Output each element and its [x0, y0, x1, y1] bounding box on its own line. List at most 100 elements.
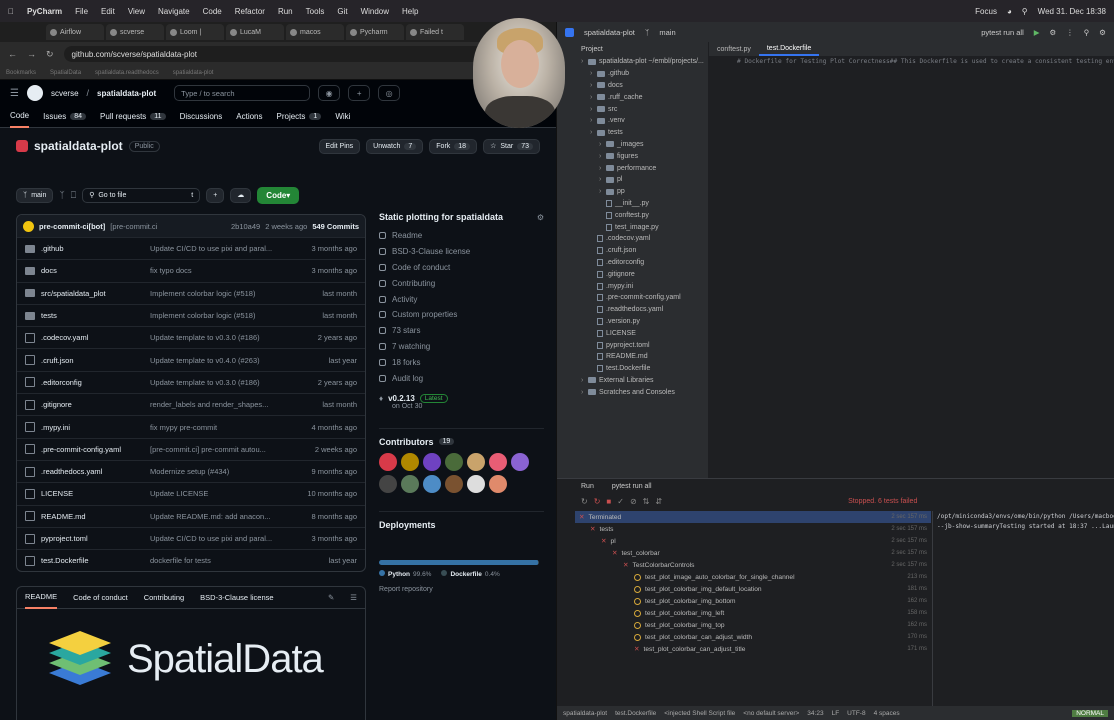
editor-tab-dockerfile[interactable]: test.Dockerfile: [758, 42, 820, 56]
about-item[interactable]: 73 stars: [379, 323, 544, 339]
tree-item[interactable]: › src: [557, 103, 708, 115]
test-node[interactable]: ✕ pl 2 sec 157 ms: [575, 535, 931, 547]
tree-item[interactable]: pyproject.toml: [557, 339, 708, 351]
release-tag[interactable]: v0.2.13: [388, 394, 415, 403]
file-row[interactable]: .readthedocs.yaml Modernize setup (#434) 9…: [17, 459, 365, 482]
avatar[interactable]: [489, 452, 507, 471]
show-ignored-icon[interactable]: ⊘: [630, 497, 637, 506]
avatar[interactable]: [467, 452, 485, 471]
tree-item[interactable]: conftest.py: [557, 209, 708, 221]
bookmark-item[interactable]: SpatialData: [50, 70, 81, 76]
menu-run[interactable]: Run: [278, 7, 293, 16]
menu-app-name[interactable]: PyCharm: [27, 7, 62, 16]
tree-item[interactable]: test_image.py: [557, 221, 708, 233]
file-name[interactable]: .codecov.yaml: [41, 333, 88, 342]
rerun-failed-icon[interactable]: ↻: [594, 497, 601, 506]
tree-item[interactable]: › _images: [557, 139, 708, 151]
file-name[interactable]: .pre-commit-config.yaml: [41, 445, 121, 454]
file-name[interactable]: tests: [41, 311, 57, 320]
tree-item[interactable]: › External Libraries: [557, 375, 708, 387]
browser-tab[interactable]: macos: [286, 24, 344, 40]
file-commit-message[interactable]: Update LICENSE: [150, 489, 285, 498]
tab-readme[interactable]: README: [25, 587, 58, 609]
test-node[interactable]: ✕ test_colorbar 2 sec 157 ms: [575, 547, 931, 559]
about-item[interactable]: Activity: [379, 291, 544, 307]
github-search-input[interactable]: Type / to search: [174, 85, 311, 101]
about-item[interactable]: Contributing: [379, 275, 544, 291]
edit-icon[interactable]: ✎: [328, 593, 334, 602]
test-node[interactable]: test_plot_colorbar_img_default_location 1…: [575, 583, 931, 595]
avatar[interactable]: [401, 452, 419, 471]
tree-item[interactable]: .cruft.json: [557, 245, 708, 257]
browser-tab[interactable]: scverse: [106, 24, 164, 40]
test-node[interactable]: test_plot_colorbar_img_top 162 ms: [575, 619, 931, 631]
status-position[interactable]: 34:23: [807, 710, 823, 717]
tree-item[interactable]: › .venv: [557, 115, 708, 127]
avatar[interactable]: [379, 452, 397, 471]
code-editor[interactable]: # Dockerfile for Testing Plot Correctnes…: [709, 56, 1114, 476]
file-row[interactable]: .github Update CI/CD to use pixi and para…: [17, 237, 365, 259]
project-tool-title[interactable]: Project: [557, 42, 708, 56]
file-row[interactable]: LICENSE Update LICENSE 10 months ago: [17, 482, 365, 504]
file-commit-message[interactable]: Implement colorbar logic (#518): [150, 289, 285, 298]
commit-hash[interactable]: 2b10a49: [231, 222, 260, 231]
language-item[interactable]: Dockerfile 0.4%: [441, 569, 500, 578]
status-path-file[interactable]: test.Dockerfile: [615, 710, 656, 717]
menu-help[interactable]: Help: [402, 7, 418, 16]
focus-status[interactable]: Focus: [975, 7, 997, 16]
search-icon[interactable]: ⚲: [1084, 28, 1090, 37]
outline-icon[interactable]: ☰: [350, 593, 357, 602]
language-item[interactable]: Python 99.6%: [379, 569, 431, 578]
file-row[interactable]: pyproject.toml Update CI/CD to use pixi a…: [17, 526, 365, 549]
file-row[interactable]: src/spatialdata_plot Implement colorbar l…: [17, 281, 365, 304]
file-commit-message[interactable]: Modernize setup (#434): [150, 467, 285, 476]
commit-author[interactable]: pre-commit-ci[bot]: [39, 222, 105, 231]
issues-icon[interactable]: ◎: [378, 85, 401, 101]
tree-item[interactable]: › .ruff_cache: [557, 91, 708, 103]
deployments-title[interactable]: Deployments: [379, 520, 436, 530]
bookmark-item[interactable]: spatialdata.readthedocs: [95, 70, 159, 76]
run-console[interactable]: /opt/miniconda3/envs/ome/bin/python /Use…: [932, 511, 1114, 707]
avatar[interactable]: [511, 452, 529, 471]
code-button[interactable]: Code ▾: [257, 186, 300, 204]
edit-pins-button[interactable]: Edit Pins: [318, 138, 361, 154]
menu-navigate[interactable]: Navigate: [158, 7, 190, 16]
avatar[interactable]: [423, 452, 441, 471]
show-passed-icon[interactable]: ✓: [617, 497, 624, 506]
file-row[interactable]: .pre-commit-config.yaml [pre-commit.ci] p…: [17, 437, 365, 460]
file-name[interactable]: .editorconfig: [41, 378, 82, 387]
browser-tab[interactable]: Failed t: [406, 24, 464, 40]
tab-discussions[interactable]: Discussions: [180, 106, 223, 128]
expand-icon[interactable]: ⇵: [655, 497, 662, 506]
about-item[interactable]: 18 forks: [379, 354, 544, 370]
menu-git[interactable]: Git: [337, 7, 347, 16]
avatar[interactable]: [467, 474, 485, 493]
tree-item[interactable]: › tests: [557, 127, 708, 139]
test-node[interactable]: ✕ test_plot_colorbar_can_adjust_title 171 …: [575, 643, 931, 655]
status-server[interactable]: <no default server>: [743, 710, 799, 717]
status-path-project[interactable]: spatialdata-plot: [563, 710, 607, 717]
file-commit-message[interactable]: fix typo docs: [150, 266, 285, 275]
file-name[interactable]: LICENSE: [41, 489, 73, 498]
more-icon[interactable]: ⋮: [1066, 28, 1074, 37]
clock[interactable]: Wed 31. Dec 18:38: [1038, 7, 1106, 16]
tree-item[interactable]: .editorconfig: [557, 257, 708, 269]
file-row[interactable]: docs fix typo docs 3 months ago: [17, 259, 365, 281]
avatar[interactable]: [489, 474, 507, 493]
file-row[interactable]: .gitignore render_labels and render_shape…: [17, 393, 365, 415]
test-node[interactable]: ✕ tests 2 sec 157 ms: [575, 523, 931, 535]
file-row[interactable]: .cruft.json Update template to v0.4.0 (#2…: [17, 348, 365, 370]
project-selector[interactable]: spatialdata-plot: [584, 28, 635, 37]
run-icon[interactable]: ▶: [1034, 28, 1040, 37]
go-to-file-input[interactable]: ⚲ Go to file t: [82, 187, 201, 203]
tab-wiki[interactable]: Wiki: [335, 106, 350, 128]
file-row[interactable]: .editorconfig Update template to v0.3.0 (…: [17, 370, 365, 393]
branch-selector[interactable]: main: [659, 28, 675, 37]
file-commit-message[interactable]: fix mypy pre-commit: [150, 423, 285, 432]
bookmark-item[interactable]: spatialdata-plot: [173, 70, 214, 76]
avatar[interactable]: [445, 452, 463, 471]
debug-icon[interactable]: ⚙: [1050, 28, 1057, 37]
tab-pull-requests[interactable]: Pull requests 11: [100, 106, 166, 128]
commits-link[interactable]: 549 Commits: [312, 222, 359, 231]
avatar[interactable]: [423, 474, 441, 493]
